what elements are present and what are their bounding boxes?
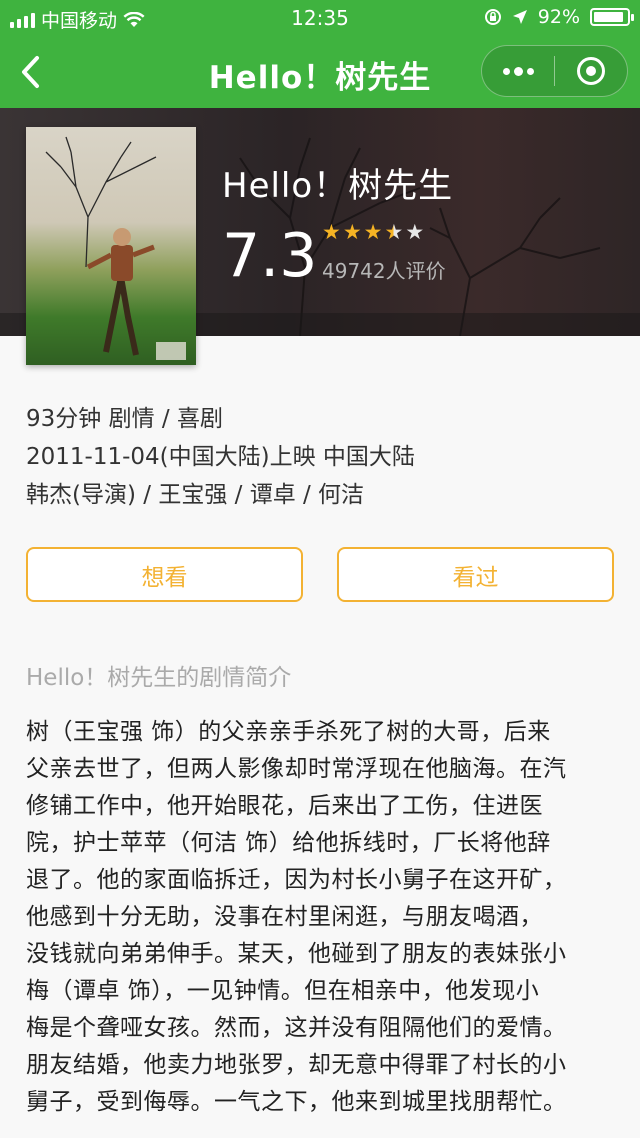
cast-info: 韩杰(导演) / 王宝强 / 谭卓 / 何洁 <box>26 482 365 508</box>
release-info: 2011-11-04(中国大陆)上映 中国大陆 <box>26 444 415 470</box>
star-icon: ★ <box>342 220 362 244</box>
status-bar: 中国移动 12:35 92% <box>0 0 640 36</box>
rating-score: 7.3 <box>222 221 318 291</box>
want-to-watch-button[interactable]: 想看 <box>26 547 303 602</box>
more-dots-icon <box>502 67 510 75</box>
summary-heading: Hello！树先生的剧情简介 <box>26 665 292 691</box>
nav-bar: Hello！树先生 <box>0 36 640 108</box>
summary-line: 梅是个聋哑女孩。然而，这并没有阻隔他们的爱情。 <box>26 1015 567 1041</box>
battery-percent: 92% <box>537 6 580 28</box>
movie-poster <box>26 127 196 365</box>
summary-text: 树（王宝强 饰）的父亲亲手杀死了树的大哥，后来 父亲去世了，但两人影像却时常浮现在… <box>26 714 616 1121</box>
battery-icon <box>590 8 634 26</box>
more-button[interactable] <box>482 46 554 96</box>
mini-program-capsule <box>481 45 628 97</box>
close-mini-program-button[interactable] <box>555 46 627 96</box>
movie-info: 93分钟 剧情 / 喜剧 2011-11-04(中国大陆)上映 中国大陆 韩杰(… <box>26 400 415 514</box>
star-icon: ★ <box>405 220 425 244</box>
rating-stars: ★ ★ ★ ★ ★ <box>322 220 424 244</box>
summary-line: 修铺工作中，他开始眼花，后来出了工伤，住进医 <box>26 793 543 819</box>
poster-image <box>45 136 186 360</box>
summary-line: 梅（谭卓 饰），一见钟情。但在相亲中，他发现小 <box>26 978 540 1004</box>
duration-genre: 93分钟 剧情 / 喜剧 <box>26 406 223 432</box>
star-icon: ★ <box>384 220 404 244</box>
top-bar: 中国移动 12:35 92% Hello！树先生 <box>0 0 640 108</box>
summary-line: 退了。他的家面临拆迁，因为村长小舅子在这开矿， <box>26 867 567 893</box>
battery-fill <box>594 12 624 22</box>
summary-line: 他感到十分无助，没事在村里闲逛，与朋友喝酒， <box>26 904 543 930</box>
star-icon: ★ <box>322 220 341 244</box>
star-icon: ★ <box>363 220 383 244</box>
status-right: 92% <box>484 6 634 28</box>
summary-line: 朋友结婚，他卖力地张罗，却无意中得罪了村长的小 <box>26 1052 567 1078</box>
rating-votes: 49742人评价 <box>322 259 446 283</box>
summary-line: 舅子，受到侮辱。一气之下，他来到城里找朋帮忙。 <box>26 1089 567 1115</box>
summary-line: 树（王宝强 饰）的父亲亲手杀死了树的大哥，后来 <box>26 719 551 745</box>
summary-line: 父亲去世了，但两人影像却时常浮现在他脑海。在汽 <box>26 756 567 782</box>
summary-line: 没钱就向弟弟伸手。某天，他碰到了朋友的表妹张小 <box>26 941 567 967</box>
movie-title: Hello！树先生 <box>222 166 454 206</box>
location-arrow-icon <box>512 10 527 24</box>
watched-button[interactable]: 看过 <box>337 547 614 602</box>
summary-line: 院，护士苹苹（何洁 饰）给他拆线时，厂长将他辞 <box>26 830 551 856</box>
rotation-lock-icon <box>484 9 501 25</box>
target-close-icon <box>576 57 605 85</box>
